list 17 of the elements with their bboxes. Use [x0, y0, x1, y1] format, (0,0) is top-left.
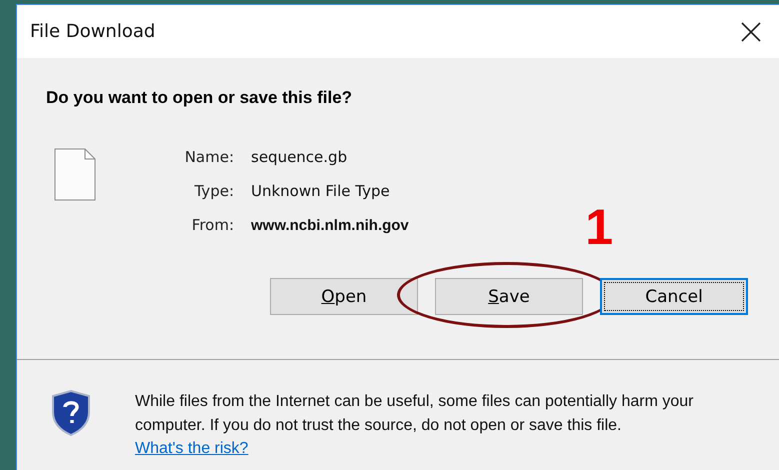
window-title: File Download — [30, 21, 156, 42]
dialog-button[interactable]: Cancel — [600, 278, 748, 315]
risk-link[interactable]: What's the risk? — [135, 438, 248, 460]
question-heading: Do you want to open or save this file? — [46, 88, 352, 108]
field-value: www.ncbi.nlm.nih.gov — [251, 216, 409, 234]
field-value: sequence.gb — [251, 148, 348, 166]
dialog-button[interactable]: Open — [270, 278, 418, 315]
field-value: Unknown File Type — [251, 182, 391, 200]
field-label: Name: — [184, 148, 234, 166]
shield-question-icon — [51, 390, 91, 436]
field-label: Type: — [193, 182, 234, 200]
file-icon — [54, 148, 96, 201]
warning-text: While files from the Internet can be useful, some files can potentially harm your computer. If you do not trust the source, do not open or save this file. — [135, 392, 694, 436]
step-number: 1 — [585, 198, 613, 256]
close-icon[interactable] — [741, 22, 761, 42]
dialog-button[interactable]: Save — [435, 278, 583, 315]
field-label: From: — [190, 216, 234, 234]
